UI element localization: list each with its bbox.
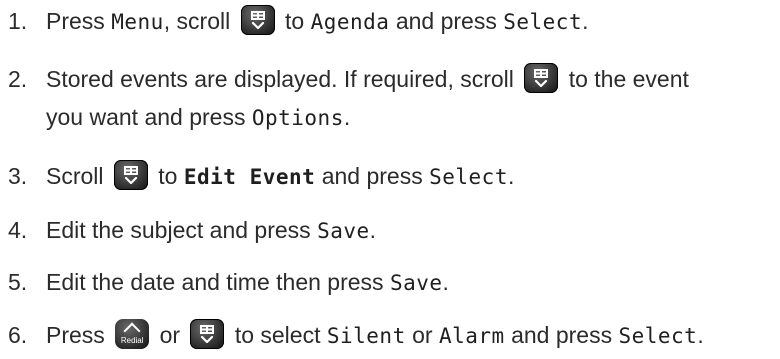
display-term-select: Select [618,324,698,348]
scroll-key-icon [190,318,225,349]
step-text: or [159,322,181,348]
step-1: 1. Press Menu, scroll to Agenda and press… [8,2,780,41]
scroll-key-icon [524,62,559,93]
step-text: and press [511,322,613,348]
display-term-options: Options [251,106,344,130]
step-text: . [343,104,351,130]
display-term-silent: Silent [326,324,406,348]
step-text: and press [321,163,423,189]
display-term-alarm: Alarm [438,324,505,348]
step-5: 5. Edit the date and time then press Save… [8,263,780,302]
step-text: to [285,8,305,34]
step-4: 4. Edit the subject and press Save. [8,211,780,250]
step-text: Scroll [46,163,104,189]
display-term-menu: Menu [111,10,164,34]
step-text: . [442,269,449,295]
display-term-select: Select [429,165,508,189]
step-3: 3. Scroll to Edit Event and press Select. [8,157,780,196]
step-text: Press [46,322,105,348]
step-number: 6. [8,322,28,348]
scroll-key-icon [240,4,275,35]
display-term-save: Save [389,271,443,295]
step-text: or [412,322,433,348]
display-term-select: Select [503,10,583,34]
step-text: to the event [568,66,689,92]
step-text: . [507,163,515,189]
display-term-agenda: Agenda [310,10,390,34]
step-number: 2. [8,66,28,92]
step-6: 6. Press Redial or to select Silent or Al… [8,316,780,355]
redial-key-label: Redial [120,335,144,345]
step-text: and press [395,8,497,34]
step-2: 2. Stored events are displayed. If requir… [8,60,780,137]
step-text: to select [234,322,321,348]
scroll-key-icon [113,159,148,190]
step-number: 3. [8,163,28,189]
display-term-edit-event: Edit Event [183,165,316,189]
redial-up-key-icon: Redial [115,318,150,349]
step-text: Edit the subject and press [46,217,311,243]
step-number: 1. [8,8,28,34]
step-text: . [697,322,704,348]
step-text: to [158,163,178,189]
step-text: . [582,8,589,34]
step-text: . [369,217,377,243]
step-text: Edit the date and time then press [46,269,384,295]
display-term-save: Save [317,219,370,243]
step-text: , scroll [163,8,231,34]
step-text: you want and press [46,104,246,130]
step-text: Stored events are displayed. If required… [46,66,514,92]
step-number: 4. [8,217,28,243]
step-number: 5. [8,269,28,295]
step-text: Press [46,8,105,34]
